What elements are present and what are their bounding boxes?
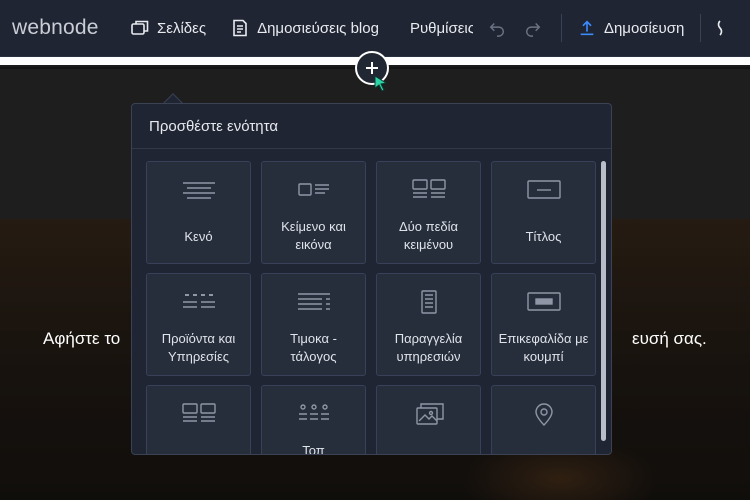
title-icon xyxy=(526,180,561,199)
panel-title: Προσθέστε ενότητα xyxy=(149,118,279,135)
service-order-icon xyxy=(420,290,437,314)
section-tile-label: Κείμενο και εικόνα xyxy=(281,219,346,252)
section-tile-photos[interactable] xyxy=(376,385,481,454)
hero-text-left: Αφήστε το xyxy=(43,329,121,348)
blog-posts-button[interactable]: Δημοσιεύσεις blog xyxy=(230,0,379,56)
section-type-grid: Κενό Κείμενο και εικόνα Δύο πεδία κειμέν… xyxy=(146,161,596,455)
section-tile-gallery[interactable] xyxy=(146,385,251,454)
header-button-icon xyxy=(526,292,561,311)
section-tile-products-services[interactable]: Προϊόντα και Υπηρεσίες xyxy=(146,273,251,376)
section-tile-label: Τιμοκα - τάλογος xyxy=(290,331,337,364)
section-tile-price-list[interactable]: Τιμοκα - τάλογος xyxy=(261,273,366,376)
section-tile-title[interactable]: Τίτλος xyxy=(491,161,596,264)
toolbar-divider xyxy=(560,14,562,42)
webnode-logo[interactable]: webnode xyxy=(12,16,118,40)
document-icon xyxy=(233,19,247,37)
section-tile-team[interactable]: Τοπ xyxy=(261,385,366,455)
two-text-fields-icon xyxy=(411,179,446,198)
upload-icon xyxy=(580,20,594,36)
more-menu-button[interactable] xyxy=(713,18,725,38)
panel-divider xyxy=(132,148,611,149)
blog-posts-label: Δημοσιεύσεις blog xyxy=(257,19,379,37)
section-tile-two-text[interactable]: Δύο πεδία κειμένου xyxy=(376,161,481,264)
pages-label: Σελίδες xyxy=(157,19,207,37)
panel-scrollbar-thumb[interactable] xyxy=(601,161,606,441)
section-tile-label: Δύο πεδία κειμένου xyxy=(398,219,459,252)
price-list-icon xyxy=(297,293,330,310)
toolbar-divider xyxy=(700,14,702,42)
section-tile-map[interactable] xyxy=(491,385,596,454)
redo-button[interactable] xyxy=(523,18,543,38)
redo-icon xyxy=(525,22,541,37)
section-tile-label: Τοπ xyxy=(302,443,325,455)
hero-text-right: ευσή σας. xyxy=(632,329,707,348)
undo-button[interactable] xyxy=(487,18,507,38)
gallery-grid-icon xyxy=(181,403,216,422)
section-tile-service-order[interactable]: Παραγγελία υπηρεσιών xyxy=(376,273,481,376)
pages-button[interactable]: Σελίδες xyxy=(130,0,206,56)
section-tile-label: Παραγγελία υπηρεσιών xyxy=(394,331,463,364)
products-services-icon xyxy=(182,294,215,308)
editor-toolbar: webnode Σελίδες Δημοσιεύσεις blog Ρυθμίσ… xyxy=(0,0,750,57)
more-icon xyxy=(718,20,723,36)
section-tile-label: Τίτλος xyxy=(525,229,562,244)
team-icon xyxy=(298,404,329,420)
section-tile-header-button[interactable]: Επικεφαλίδα με κουμπί xyxy=(491,273,596,376)
section-tile-blank[interactable]: Κενό xyxy=(146,161,251,264)
settings-button[interactable]: Ρυθμίσεις xyxy=(403,0,473,56)
section-tile-label: Προϊόντα και Υπηρεσίες xyxy=(161,331,236,364)
panel-scrollbar[interactable] xyxy=(601,161,606,441)
blank-section-icon xyxy=(182,182,215,199)
map-pin-icon xyxy=(534,403,553,426)
settings-label: Ρυθμίσεις xyxy=(409,19,473,37)
mouse-cursor-icon xyxy=(374,75,388,92)
undo-icon xyxy=(489,22,504,37)
text-image-icon xyxy=(297,183,329,196)
section-tile-text-image[interactable]: Κείμενο και εικόνα xyxy=(261,161,366,264)
photos-icon xyxy=(415,403,444,425)
plus-icon xyxy=(366,62,378,74)
publish-button[interactable]: Δημοσίευση xyxy=(578,19,684,37)
pages-icon xyxy=(131,20,149,35)
section-tile-label: Κενό xyxy=(184,229,213,244)
publish-label: Δημοσίευση xyxy=(603,19,685,37)
section-tile-label: Επικεφαλίδα με κουμπί xyxy=(498,331,589,364)
add-section-panel: Προσθέστε ενότητα Κενό Κείμενο και εικόν… xyxy=(131,103,612,455)
